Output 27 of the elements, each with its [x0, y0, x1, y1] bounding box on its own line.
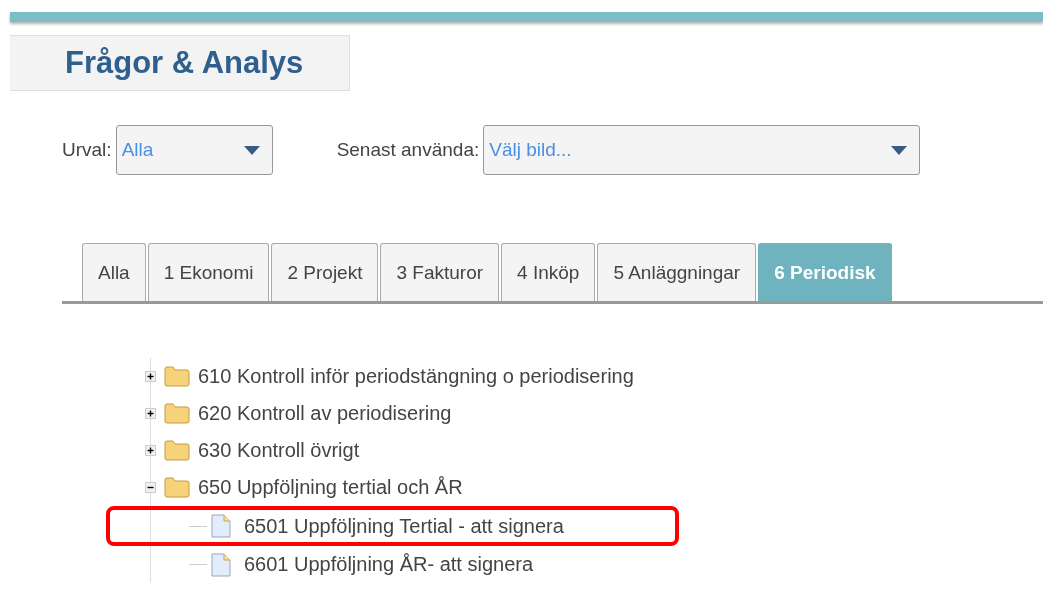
tab[interactable]: 4 Inköp	[501, 243, 596, 301]
document-icon	[211, 514, 231, 538]
expand-toggle[interactable]	[145, 445, 156, 456]
tab[interactable]: 5 Anläggningar	[597, 243, 757, 301]
tree-item[interactable]: 6501 Uppföljning Tertial - att signera	[244, 514, 564, 538]
tree-item[interactable]: 610 Kontroll inför periodstängning o periodisering	[198, 365, 634, 388]
expand-toggle[interactable]	[145, 482, 156, 493]
filter-label: Senast använda:	[336, 139, 480, 161]
tree-item[interactable]: 6601 Uppföljning ÅR- att signera	[244, 553, 534, 576]
tab[interactable]: 2 Projekt	[271, 243, 379, 301]
tab[interactable]: 1 Ekonomi	[147, 243, 270, 301]
tree-item[interactable]: 630 Kontroll övrigt	[198, 439, 360, 462]
tree-item[interactable]: 650 Uppföljning tertial och ÅR	[198, 476, 463, 499]
expand-toggle[interactable]	[145, 408, 156, 419]
caret-icon	[243, 145, 260, 155]
tree-item[interactable]: 620 Kontroll av periodisering	[198, 402, 452, 425]
document-icon	[211, 552, 231, 577]
tab[interactable]: Alla	[82, 243, 146, 301]
tab[interactable]: 3 Fakturor	[380, 243, 500, 301]
folder-icon	[164, 403, 190, 424]
folder-icon	[164, 440, 190, 461]
caret-icon	[891, 145, 908, 155]
folder-icon	[164, 477, 190, 498]
page-title: Frågor & Analys	[65, 45, 304, 81]
folder-icon	[164, 366, 190, 387]
filter-label: Urval:	[62, 139, 112, 161]
expand-toggle[interactable]	[145, 371, 156, 382]
